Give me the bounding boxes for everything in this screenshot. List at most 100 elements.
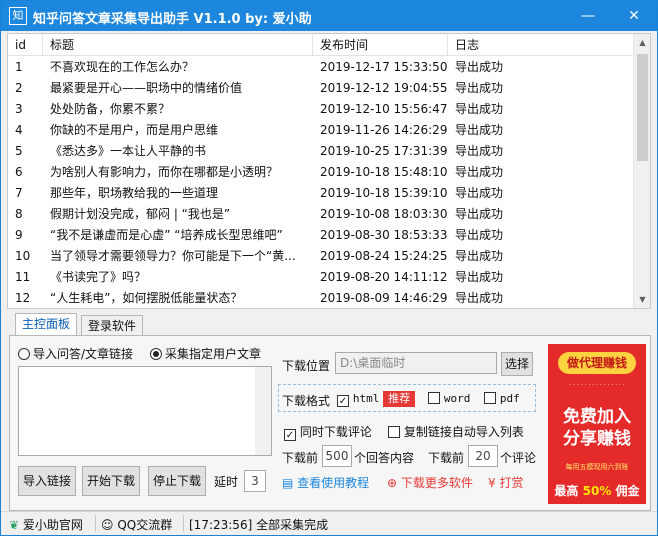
pdf-checkbox[interactable] [484, 392, 496, 404]
official-site-link[interactable]: ❦ 爱小助官网 [9, 516, 83, 533]
ad-pill: 做代理赚钱 [558, 352, 636, 374]
answers-count-input[interactable]: 500 [322, 445, 352, 467]
format-word-label: word [443, 392, 471, 405]
location-input[interactable]: D:\桌面临时 [335, 352, 497, 374]
table-row[interactable]: 8 假期计划没完成，郁闷 | “我也是” 2019-10-08 18:03:30 导出… [8, 204, 632, 225]
cell-title: 不喜欢现在的工作怎么办？ [50, 60, 195, 74]
column-header-title[interactable]: 标题 [43, 34, 313, 56]
auto-import-option[interactable]: 复制链接自动导入列表 [388, 423, 524, 440]
format-html-option[interactable]: ✓ html 推荐 [337, 391, 416, 407]
status-bar: ❦ 爱小助官网 ☺ QQ交流群 [17:23:56] 全部采集完成 [1, 511, 657, 535]
textarea-scrollbar[interactable] [255, 367, 271, 455]
cell-title: 为啥别人有影响力，而你在哪都是小透明？ [50, 165, 279, 179]
format-html-label: html [352, 392, 380, 405]
tab-main-panel[interactable]: 主控面板 [15, 313, 78, 336]
radio-import-links[interactable]: 导入问答/文章链接 [18, 345, 133, 362]
table-row[interactable]: 2 最紧要是开心——职场中的情绪价值 2019-12-12 19:04:55 导出成功 [8, 78, 632, 99]
cell-title: 当了领导才需要领导力？你可能是下一个“黄... [50, 249, 296, 263]
qq-group-link[interactable]: ☺ QQ交流群 [101, 516, 172, 533]
agent-ad-banner[interactable]: 做代理赚钱 · · · · · · · · · · · · · · · 免费加入… [548, 344, 646, 504]
tutorial-label: 查看使用教程 [297, 476, 370, 490]
ad-bottom: 最高 50% 佣金 [548, 482, 646, 499]
cell-id: 1 [15, 60, 23, 74]
format-pdf-label: pdf [499, 392, 520, 405]
start-download-button[interactable]: 开始下载 [82, 466, 140, 496]
import-links-button[interactable]: 导入链接 [18, 466, 76, 496]
column-header-date[interactable]: 发布时间 [313, 34, 448, 56]
status-message: [17:23:56] 全部采集完成 [189, 518, 329, 532]
download-comments-option[interactable]: ✓ 同时下载评论 [284, 423, 372, 441]
cell-title: 《书读完了》吗？ [50, 270, 147, 284]
cell-log: 导出成功 [455, 102, 504, 116]
ad-bottom-pct: 50% [582, 484, 612, 498]
auto-import-label: 复制链接自动导入列表 [403, 425, 524, 439]
table-row[interactable]: 6 为啥别人有影响力，而你在哪都是小透明？ 2019-10-18 15:48:10 导… [8, 162, 632, 183]
answers-before-label: 下载前 [282, 451, 319, 465]
status-divider [183, 515, 184, 532]
stop-download-button[interactable]: 停止下载 [148, 466, 206, 496]
cell-log: 导出成功 [455, 165, 504, 179]
scroll-up-icon[interactable]: ▲ [634, 34, 650, 51]
comments-count-input[interactable]: 20 [468, 445, 498, 467]
title-bar: 知 知乎问答文章采集导出助手 V1.1.0 by: 爱小助 — ✕ [1, 1, 657, 31]
answers-unit-label: 个回答内容 [354, 451, 415, 465]
cell-title: 《悉达多》一本让人平静的书 [50, 144, 207, 158]
comments-checkbox[interactable]: ✓ [284, 429, 296, 441]
cell-id: 4 [15, 123, 23, 137]
delay-label: 延时 [214, 475, 239, 489]
cell-id: 6 [15, 165, 23, 179]
cell-date: 2019-10-08 18:03:30 [320, 207, 448, 221]
table-row[interactable]: 4 你缺的不是用户，而是用户思维 2019-11-26 14:26:29 导出成功 [8, 120, 632, 141]
tip-link[interactable]: ¥ 打赏 [488, 474, 523, 491]
cell-log: 导出成功 [455, 270, 504, 284]
cell-date: 2019-12-17 15:33:50 [320, 60, 448, 74]
format-word-option[interactable]: word [428, 391, 470, 405]
main-control-panel: 导入问答/文章链接 采集指定用户文章 导入链接 开始下载 停止下载 延时 3 下… [9, 335, 651, 511]
cell-date: 2019-08-30 18:53:33 [320, 228, 448, 242]
table-row[interactable]: 3 处处防备，你累不累？ 2019-12-10 15:56:47 导出成功 [8, 99, 632, 120]
cell-log: 导出成功 [455, 291, 504, 305]
table-row[interactable]: 11 《书读完了》吗？ 2019-08-20 14:11:12 导出成功 [8, 267, 632, 288]
radio-import-label: 导入问答/文章链接 [33, 347, 134, 361]
table-row[interactable]: 12 “人生耗电”，如何摆脱低能量状态？ 2019-08-09 14:46:29 导… [8, 288, 632, 308]
more-software-link[interactable]: ⊕ 下载更多软件 [387, 474, 473, 491]
cell-date: 2019-10-18 15:48:10 [320, 165, 448, 179]
cell-date: 2019-08-24 15:24:25 [320, 249, 448, 263]
minimize-button[interactable]: — [565, 1, 611, 31]
cell-title: “人生耗电”，如何摆脱低能量状态？ [50, 291, 243, 305]
scroll-down-icon[interactable]: ▼ [634, 291, 650, 308]
html-checkbox[interactable]: ✓ [337, 395, 349, 407]
article-table[interactable]: id 标题 发布时间 日志 1 不喜欢现在的工作怎么办？ 2019-12-17 15… [7, 33, 651, 309]
table-scrollbar[interactable]: ▲ ▼ [633, 34, 650, 308]
links-textarea[interactable] [18, 366, 272, 456]
table-row[interactable]: 7 那些年，职场教给我的一些道理 2019-10-18 15:39:10 导出成功 [8, 183, 632, 204]
ad-fineprint: · · · · · · · · · · · · · · · [569, 382, 625, 389]
table-row[interactable]: 1 不喜欢现在的工作怎么办？ 2019-12-17 15:33:50 导出成功 [8, 57, 632, 78]
download-icon: ⊕ [387, 476, 398, 490]
format-pdf-option[interactable]: pdf [484, 391, 520, 405]
scrollbar-thumb[interactable] [637, 54, 648, 161]
cell-id: 12 [15, 291, 31, 305]
close-button[interactable]: ✕ [611, 1, 657, 31]
cell-log: 导出成功 [455, 186, 504, 200]
cell-id: 5 [15, 144, 23, 158]
cell-date: 2019-08-09 14:46:29 [320, 291, 448, 305]
radio-dot-selected-icon [150, 348, 162, 360]
auto-import-checkbox[interactable] [388, 426, 400, 438]
cell-date: 2019-12-10 15:56:47 [320, 102, 448, 116]
table-row[interactable]: 10 当了领导才需要领导力？你可能是下一个“黄... 2019-08-24 15:2… [8, 246, 632, 267]
table-row[interactable]: 9 “我不是谦虚而是心虚” “培养成长型思维吧” 2019-08-30 18:53… [8, 225, 632, 246]
qq-group-label: QQ交流群 [117, 518, 173, 532]
table-row[interactable]: 5 《悉达多》一本让人平静的书 2019-10-25 17:31:39 导出成功 [8, 141, 632, 162]
word-checkbox[interactable] [428, 392, 440, 404]
column-header-id[interactable]: id [8, 34, 43, 56]
cell-log: 导出成功 [455, 144, 504, 158]
qq-icon: ☺ [101, 518, 114, 532]
cell-log: 导出成功 [455, 207, 504, 221]
radio-user-articles[interactable]: 采集指定用户文章 [150, 345, 261, 362]
tutorial-link[interactable]: ▤ 查看使用教程 [282, 474, 369, 491]
delay-input[interactable]: 3 [244, 470, 266, 492]
tab-login[interactable]: 登录软件 [81, 315, 144, 336]
browse-button[interactable]: 选择 [501, 352, 533, 376]
column-header-log[interactable]: 日志 [448, 34, 632, 56]
